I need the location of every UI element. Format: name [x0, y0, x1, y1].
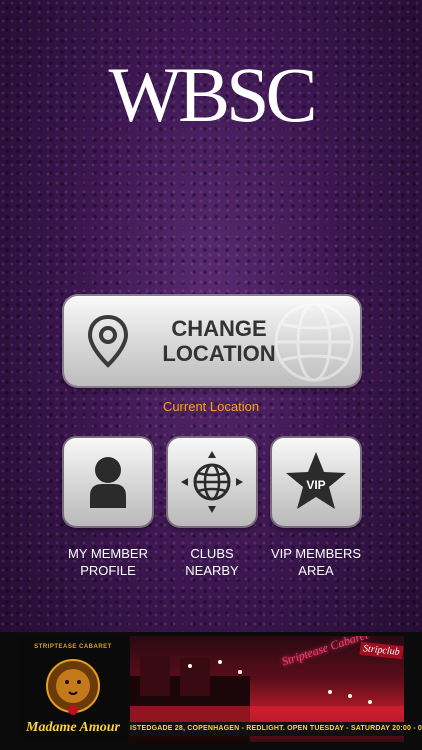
madame-amour-ad[interactable]: STRIPTEASE CABARET Madame Amour	[18, 636, 128, 742]
globe-arrows-icon	[181, 451, 243, 513]
tile-label-profile: MY MEMBER PROFILE	[68, 546, 148, 578]
lion-emblem-icon	[46, 659, 100, 715]
vip-text: VIP	[306, 478, 325, 492]
current-location-text[interactable]: Current Location	[0, 399, 422, 414]
location-pin-icon	[87, 314, 129, 368]
change-location-label: CHANGE LOCATION	[162, 316, 276, 366]
my-member-profile-button[interactable]	[64, 438, 152, 526]
person-icon	[90, 457, 126, 508]
ad-info-strip: ISTEDGADE 28, COPENHAGEN - REDLIGHT. OPE…	[130, 722, 422, 736]
vip-star-icon: VIP	[286, 452, 346, 509]
app-logo: WBSC	[108, 51, 317, 138]
vip-members-area-button[interactable]: VIP	[272, 438, 360, 526]
tile-label-vip: VIP MEMBERS AREA	[270, 546, 362, 578]
ad-tagline: STRIPTEASE CABARET	[34, 644, 112, 650]
ad-brand: Madame Amour	[26, 720, 120, 735]
clubs-nearby-button[interactable]	[168, 438, 256, 526]
change-location-button[interactable]: CHANGE LOCATION	[64, 296, 360, 386]
tile-label-clubs: CLUBS NEARBY	[185, 546, 239, 578]
